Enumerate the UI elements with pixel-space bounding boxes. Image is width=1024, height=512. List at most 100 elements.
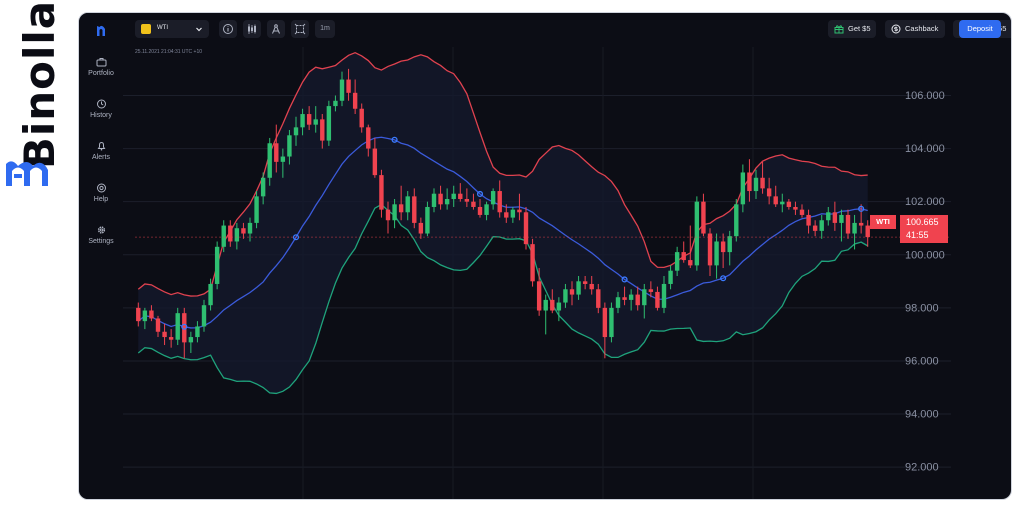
candle <box>622 297 627 300</box>
candle <box>149 310 154 319</box>
price-tag-box: 100.665 41:55 <box>900 215 948 243</box>
candle <box>228 225 233 242</box>
candle <box>352 92 358 109</box>
y-axis-label: 98.000 <box>905 302 939 314</box>
candle <box>674 252 680 271</box>
candle <box>707 233 713 266</box>
candle <box>208 283 213 306</box>
candle <box>694 201 700 266</box>
timeframe-selector[interactable]: 1m <box>315 20 335 38</box>
price-chart[interactable]: 92.000 94.000 96.000 98.000 100.000 102.000 10… <box>123 47 1011 499</box>
candle <box>234 228 240 242</box>
drawing-tools-button[interactable] <box>267 20 285 38</box>
candle <box>477 206 483 215</box>
candle <box>451 193 456 200</box>
sidebar-item-history[interactable]: History <box>79 99 123 119</box>
candle <box>221 225 226 247</box>
gear-icon <box>97 226 105 234</box>
candle <box>484 204 489 215</box>
clock-icon <box>96 99 106 109</box>
candles-icon <box>248 24 256 34</box>
sidebar-item-portfolio[interactable]: Portfolio <box>79 57 123 77</box>
candle <box>648 289 654 292</box>
candle <box>359 108 364 128</box>
bonus-button[interactable]: Get $5 <box>828 20 876 38</box>
sidebar-item-label: Portfolio <box>88 70 114 77</box>
candle <box>326 106 332 141</box>
candle <box>431 193 437 207</box>
chevron-down-icon <box>196 27 202 32</box>
candle-countdown: 41:55 <box>906 230 929 240</box>
y-axis-label: 104.000 <box>905 143 945 155</box>
y-axis-label: 92.000 <box>905 462 939 474</box>
y-axis-label: 94.000 <box>905 409 939 421</box>
candle <box>280 156 286 162</box>
candle <box>136 307 141 322</box>
candle <box>517 209 522 213</box>
sidebar-item-settings[interactable]: Settings <box>79 225 123 245</box>
bollinger-fill <box>138 52 868 394</box>
candle <box>727 236 732 253</box>
candle <box>576 281 581 295</box>
candle <box>858 222 864 226</box>
cashback-label: Cashback <box>905 24 939 33</box>
candle <box>589 283 594 290</box>
candle <box>655 291 660 308</box>
candle <box>320 119 325 141</box>
candle <box>681 252 686 261</box>
candle <box>582 281 588 284</box>
y-axis-label: 102.000 <box>905 196 945 208</box>
candle <box>661 283 667 308</box>
candle <box>628 294 634 300</box>
asset-flag-icon <box>141 24 151 34</box>
candle <box>635 294 640 306</box>
candle <box>569 289 575 295</box>
sidebar-item-label: Settings <box>88 238 114 245</box>
candle <box>241 228 246 234</box>
candle <box>812 225 818 231</box>
candle <box>214 246 220 284</box>
indicators-button[interactable] <box>243 20 261 38</box>
candle <box>609 307 614 338</box>
sidebar-item-alerts[interactable]: Alerts <box>79 141 123 161</box>
sidebar-item-label: Help <box>93 196 109 203</box>
candle <box>274 143 279 162</box>
candle <box>142 310 148 322</box>
candle <box>753 177 759 192</box>
candle <box>385 209 391 221</box>
bell-icon <box>97 141 105 151</box>
candle <box>339 79 345 101</box>
asset-selector[interactable]: WTI <box>135 20 209 38</box>
sidebar-item-help[interactable]: Help <box>79 183 123 203</box>
candle <box>287 135 292 157</box>
layout-button[interactable] <box>291 20 309 38</box>
sidebar-item-label: History <box>90 112 112 119</box>
info-button[interactable] <box>219 20 237 38</box>
candle <box>247 222 253 234</box>
candle <box>510 209 516 218</box>
candle <box>826 212 831 221</box>
y-axis-label: 100.000 <box>905 249 945 261</box>
sidebar: Portfolio History Alerts Help Settings <box>79 13 123 499</box>
candle <box>714 241 719 266</box>
asset-name: WTI <box>157 25 168 31</box>
candle <box>418 222 424 234</box>
candle <box>543 299 548 311</box>
candle <box>563 289 568 303</box>
candle <box>412 196 417 223</box>
candle <box>793 206 798 210</box>
candle <box>162 331 167 338</box>
bonus-label: Get $5 <box>848 24 871 33</box>
candle <box>366 127 371 149</box>
candle <box>642 289 647 306</box>
candle <box>168 337 174 340</box>
candle <box>444 199 450 205</box>
candle <box>313 119 318 125</box>
candle <box>720 241 726 253</box>
y-axis-label: 96.000 <box>905 355 939 367</box>
candle <box>806 214 811 226</box>
cashback-button[interactable]: Cashback <box>885 20 945 38</box>
y-axis-label: 106.000 <box>905 90 945 102</box>
deposit-button[interactable]: Deposit <box>959 20 1001 38</box>
candle <box>425 206 430 234</box>
